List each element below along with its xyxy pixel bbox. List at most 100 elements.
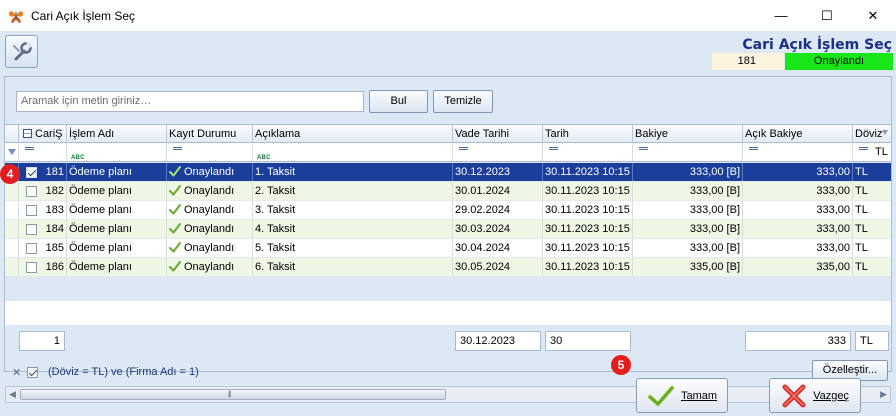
row-select-checkbox[interactable] [26, 167, 37, 178]
column-header-islem-adi[interactable]: İşlem Adı [67, 125, 167, 143]
cell-kayit-durumu[interactable]: Onaylandı [167, 220, 253, 238]
table-row[interactable]: 185 Ödeme planı Onaylandı 5. Taksit 30.04.20… [5, 239, 891, 258]
column-header-aciklama[interactable]: Açıklama [253, 125, 453, 143]
clear-button[interactable]: Temizle [433, 90, 493, 113]
cell-kayit-durumu[interactable]: Onaylandı [167, 182, 253, 200]
cell-tarih[interactable]: 30.11.2023 10:15 [543, 239, 633, 257]
settings-tool-button[interactable] [5, 35, 38, 68]
cell-doviz[interactable]: TL [853, 201, 891, 219]
cell-vade-tarihi[interactable]: 30.01.2024 [453, 182, 543, 200]
column-header-doviz[interactable]: Döviz [853, 125, 891, 143]
cell-tarih[interactable]: 30.11.2023 10:15 [543, 258, 633, 276]
cell-carisid[interactable]: 182 [19, 182, 67, 200]
row-select-checkbox[interactable] [26, 224, 37, 235]
cell-bakiye[interactable]: 333,00 [B] [633, 239, 743, 257]
cell-islem-adi[interactable]: Ödeme planı [67, 163, 167, 181]
column-header-acik-bakiye[interactable]: Açık Bakiye [743, 125, 853, 143]
cell-tarih[interactable]: 30.11.2023 10:15 [543, 182, 633, 200]
cell-aciklama[interactable]: 3. Taksit [253, 201, 453, 219]
cell-islem-adi[interactable]: Ödeme planı [67, 220, 167, 238]
filter-cell-bakiye[interactable] [633, 143, 743, 161]
cell-doviz[interactable]: TL [853, 258, 891, 276]
cell-acik-bakiye[interactable]: 333,00 [743, 182, 853, 200]
filter-cell-tarih[interactable] [543, 143, 633, 161]
scroll-right-icon[interactable]: ▶ [880, 389, 887, 400]
row-select-checkbox[interactable] [26, 243, 37, 254]
cell-kayit-durumu[interactable]: Onaylandı [167, 239, 253, 257]
row-select-checkbox[interactable] [26, 186, 37, 197]
filter-cell-aciklama[interactable]: ABC [253, 143, 453, 161]
table-row[interactable]: 184 Ödeme planı Onaylandı 4. Taksit 30.03.20… [5, 220, 891, 239]
cell-doviz[interactable]: TL [853, 220, 891, 238]
table-row[interactable]: 186 Ödeme planı Onaylandı 6. Taksit 30.05.20… [5, 258, 891, 277]
search-input[interactable]: Aramak için metin giriniz… [16, 91, 364, 112]
cell-acik-bakiye[interactable]: 335,00 [743, 258, 853, 276]
column-chooser-icon[interactable] [23, 129, 32, 138]
filter-cell-doviz[interactable]: TL [853, 143, 891, 161]
cell-kayit-durumu[interactable]: Onaylandı [167, 163, 253, 181]
cell-carisid[interactable]: 186 [19, 258, 67, 276]
filter-cell-kayit-durumu[interactable] [167, 143, 253, 161]
cell-tarih[interactable]: 30.11.2023 10:15 [543, 201, 633, 219]
find-button[interactable]: Bul [369, 90, 428, 113]
column-header-vade-tarihi[interactable]: Vade Tarihi [453, 125, 543, 143]
scrollbar-thumb[interactable]: ||| [20, 389, 446, 400]
cell-aciklama[interactable]: 6. Taksit [253, 258, 453, 276]
cell-tarih[interactable]: 30.11.2023 10:15 [543, 163, 633, 181]
cell-acik-bakiye[interactable]: 333,00 [743, 163, 853, 181]
cell-aciklama[interactable]: 5. Taksit [253, 239, 453, 257]
close-button[interactable]: ✕ [850, 0, 896, 31]
cell-bakiye[interactable]: 333,00 [B] [633, 220, 743, 238]
row-select-checkbox[interactable] [26, 205, 37, 216]
table-row[interactable]: 182 Ödeme planı Onaylandı 2. Taksit 30.01.20… [5, 182, 891, 201]
cell-carisid[interactable]: 184 [19, 220, 67, 238]
maximize-button[interactable]: ☐ [804, 0, 850, 31]
row-select-checkbox[interactable] [26, 262, 37, 273]
filter-enabled-checkbox[interactable] [27, 367, 38, 378]
ok-button[interactable]: Tamam [636, 378, 728, 413]
cell-carisid[interactable]: 183 [19, 201, 67, 219]
cell-acik-bakiye[interactable]: 333,00 [743, 201, 853, 219]
cell-islem-adi[interactable]: Ödeme planı [67, 182, 167, 200]
cell-bakiye[interactable]: 333,00 [B] [633, 201, 743, 219]
cell-islem-adi[interactable]: Ödeme planı [67, 201, 167, 219]
cell-vade-tarihi[interactable]: 30.12.2023 [453, 163, 543, 181]
cell-aciklama[interactable]: 2. Taksit [253, 182, 453, 200]
filter-cell-carisid[interactable] [19, 143, 67, 161]
cell-acik-bakiye[interactable]: 333,00 [743, 220, 853, 238]
column-header-kayit-durumu[interactable]: Kayıt Durumu [167, 125, 253, 143]
cell-aciklama[interactable]: 4. Taksit [253, 220, 453, 238]
cell-vade-tarihi[interactable]: 30.05.2024 [453, 258, 543, 276]
cell-islem-adi[interactable]: Ödeme planı [67, 239, 167, 257]
cell-kayit-durumu[interactable]: Onaylandı [167, 201, 253, 219]
column-header-bakiye[interactable]: Bakiye [633, 125, 743, 143]
cell-carisid[interactable]: 185 [19, 239, 67, 257]
cell-doviz[interactable]: TL [853, 182, 891, 200]
cell-bakiye[interactable]: 333,00 [B] [633, 163, 743, 181]
column-header-tarih[interactable]: Tarih [543, 125, 633, 143]
cell-aciklama[interactable]: 1. Taksit [253, 163, 453, 181]
cell-carisid[interactable]: 181 [19, 163, 67, 181]
cancel-button[interactable]: Vazgeç [769, 378, 861, 413]
table-row[interactable]: 183 Ödeme planı Onaylandı 3. Taksit 29.02.20… [5, 201, 891, 220]
filter-icon[interactable] [882, 130, 888, 135]
filter-cell-vade-tarihi[interactable] [453, 143, 543, 161]
scroll-left-icon[interactable]: ◀ [9, 389, 16, 400]
cell-islem-adi[interactable]: Ödeme planı [67, 258, 167, 276]
horizontal-scrollbar[interactable]: ◀ ||| ▶ [5, 386, 891, 403]
cell-vade-tarihi[interactable]: 30.04.2024 [453, 239, 543, 257]
cell-vade-tarihi[interactable]: 29.02.2024 [453, 201, 543, 219]
clear-filter-icon[interactable]: ✕ [12, 366, 21, 379]
filter-expression[interactable]: (Döviz = TL) ve (Firma Adı = 1) [48, 366, 199, 378]
cell-vade-tarihi[interactable]: 30.03.2024 [453, 220, 543, 238]
cell-kayit-durumu[interactable]: Onaylandı [167, 258, 253, 276]
filter-cell-acik-bakiye[interactable] [743, 143, 853, 161]
cell-doviz[interactable]: TL [853, 239, 891, 257]
cell-bakiye[interactable]: 333,00 [B] [633, 182, 743, 200]
cell-bakiye[interactable]: 335,00 [B] [633, 258, 743, 276]
cell-acik-bakiye[interactable]: 333,00 [743, 239, 853, 257]
filter-cell-islem-adi[interactable]: ABC [67, 143, 167, 161]
table-row[interactable]: 181 Ödeme planı Onaylandı 1. Taksit 30.12.20… [5, 163, 891, 182]
minimize-button[interactable]: — [758, 0, 804, 31]
column-header-carisid[interactable]: CariŞ [19, 125, 67, 143]
